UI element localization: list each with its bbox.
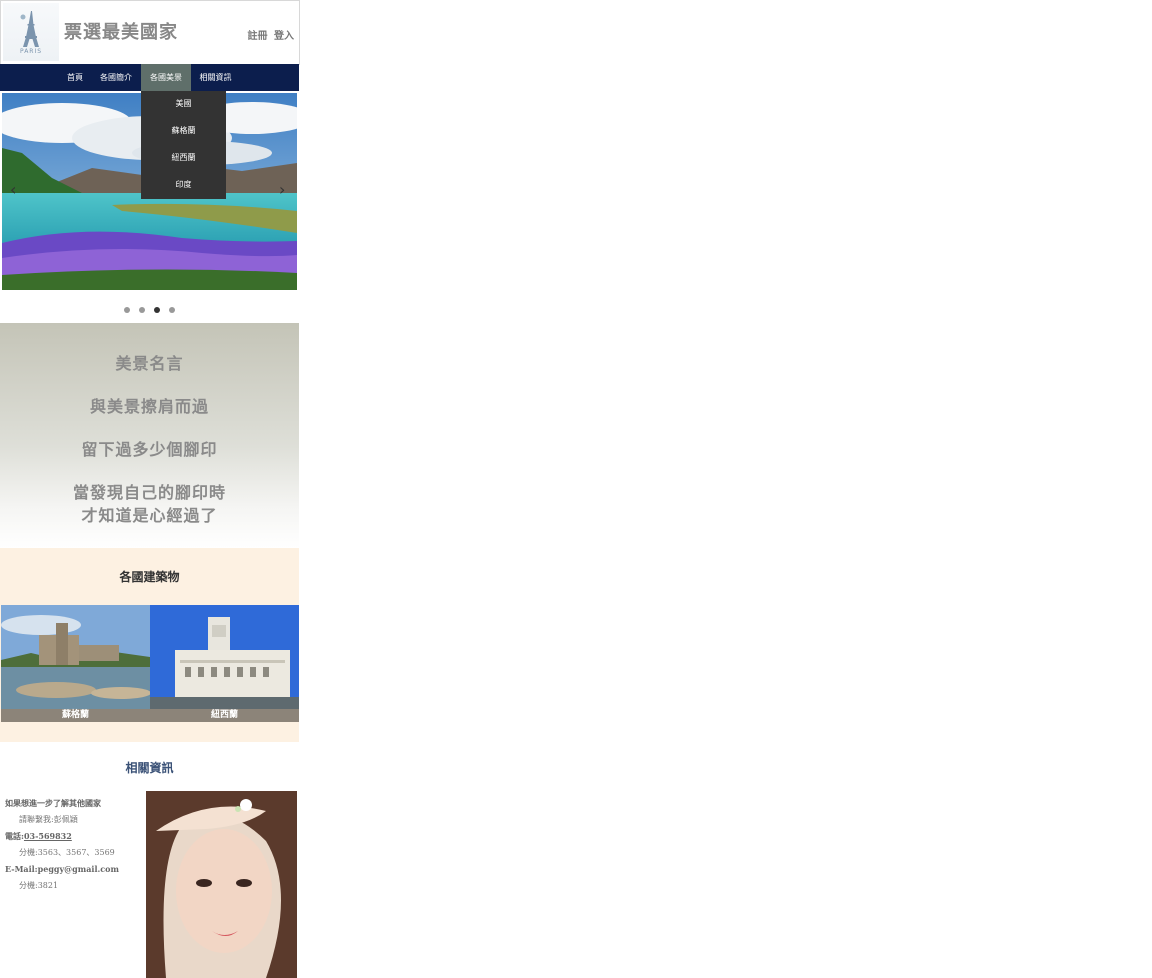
info-phone: 電話:03-569832 [5, 828, 119, 845]
nav-item-scenery[interactable]: 各國美景 [141, 64, 191, 91]
eiffel-tower-icon [20, 11, 39, 47]
chevron-right-icon[interactable]: › [279, 180, 285, 199]
quote-line: 才知道是心經過了 [81, 506, 218, 525]
info-email: E-Mail:peggy@gmail.com [5, 861, 119, 878]
slider-dots [0, 298, 299, 317]
dropdown-item-india[interactable]: 印度 [141, 172, 226, 199]
quote-section: 美景名言 與美景擦肩而過 留下過多少個腳印 當發現自己的腳印時 才知道是心經過了 [0, 323, 299, 548]
email-label: E-Mail: [5, 864, 38, 874]
nav-item-countries[interactable]: 各國簡介 [93, 64, 139, 91]
caption-scotland: 蘇格蘭 [1, 709, 150, 722]
dropdown-item-new-zealand[interactable]: 紐西蘭 [141, 145, 226, 172]
paris-logo[interactable]: PARIS [3, 3, 59, 61]
login-link[interactable]: 登入 [274, 31, 294, 42]
info-title: 相關資訊 [125, 761, 174, 775]
site-title: 票選最美國家 [64, 22, 178, 43]
quote-line: 當發現自己的腳印時 [72, 483, 226, 502]
slider-dot[interactable] [169, 307, 176, 313]
page: PARIS 票選最美國家 註冊 登入 首頁 各國簡介 各國美景 相關資訊 美國 … [0, 0, 300, 978]
scenery-dropdown: 美國 蘇格蘭 紐西蘭 印度 [141, 91, 226, 199]
scotland-castle-image[interactable] [1, 605, 150, 709]
info-extension: 分機:3821 [19, 880, 59, 890]
new-zealand-building-image[interactable] [150, 605, 299, 709]
info-extension: 分機:3563、3567、3569 [19, 847, 115, 857]
info-line: 如果想進一步了解其他國家 [5, 798, 101, 808]
dropdown-item-scotland[interactable]: 蘇格蘭 [141, 118, 226, 145]
slider-dot[interactable] [138, 307, 145, 313]
phone-label: 電話: [5, 831, 24, 841]
buildings-section: 各國建築物 蘇格蘭 紐西蘭 [0, 548, 299, 742]
logo-text: PARIS [19, 48, 43, 55]
contact-info: 如果想進一步了解其他國家 請聯繫我:彭佩穎 電話:03-569832 分機:35… [5, 795, 119, 894]
buildings-title: 各國建築物 [119, 570, 180, 584]
nav-item-info[interactable]: 相關資訊 [193, 64, 238, 91]
quote-title: 美景名言 [115, 354, 184, 373]
quote-line: 留下過多少個腳印 [81, 440, 218, 459]
info-contact-name: 請聯繫我:彭佩穎 [19, 814, 78, 824]
caption-new-zealand: 紐西蘭 [150, 709, 299, 722]
email-value[interactable]: peggy@gmail.com [38, 864, 119, 874]
main-nav: 首頁 各國簡介 各國美景 相關資訊 [0, 64, 299, 91]
phone-link[interactable]: 03-569832 [24, 831, 72, 841]
contact-portrait-image [146, 791, 297, 978]
dropdown-item-usa[interactable]: 美國 [141, 91, 226, 118]
slider-dot[interactable] [123, 307, 130, 313]
chevron-left-icon[interactable]: ‹ [10, 180, 16, 199]
site-header: PARIS 票選最美國家 註冊 登入 [0, 0, 300, 65]
auth-links: 註冊 登入 [245, 27, 294, 42]
slider-dot-active[interactable] [154, 307, 161, 313]
nav-item-home[interactable]: 首頁 [60, 64, 90, 91]
register-link[interactable]: 註冊 [248, 31, 268, 42]
quote-line: 與美景擦肩而過 [89, 397, 209, 416]
